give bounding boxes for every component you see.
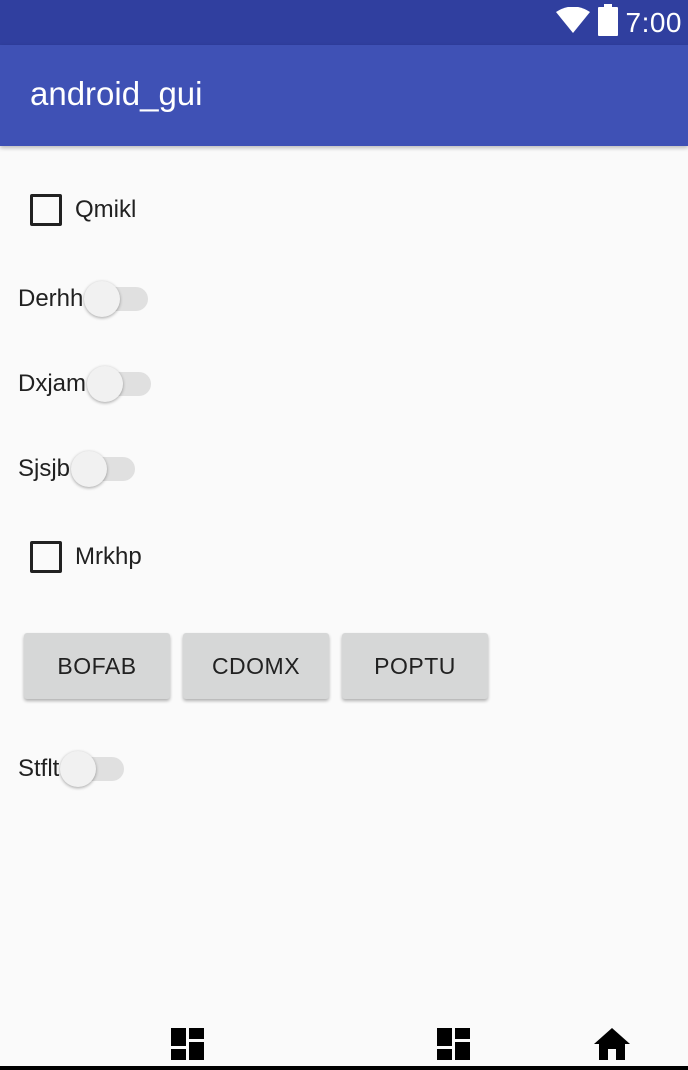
switch-toggle[interactable] (60, 751, 125, 787)
poptu-button[interactable]: POPTU (342, 633, 488, 699)
cdomx-button[interactable]: CDOMX (183, 633, 329, 699)
checkbox-box[interactable] (30, 194, 62, 226)
switch-derhh[interactable]: Derhh (18, 279, 149, 319)
app-bar: android_gui (0, 45, 688, 146)
home-icon[interactable] (594, 1028, 630, 1065)
switch-dxjam[interactable]: Dxjam (18, 364, 152, 404)
status-time: 7:00 (625, 6, 682, 38)
status-bar: 7:00 (0, 0, 688, 45)
checkbox-box[interactable] (30, 541, 62, 573)
switch-toggle[interactable] (71, 451, 136, 487)
battery-icon (597, 4, 618, 41)
checkbox-qmikl[interactable]: Qmikl (30, 193, 136, 227)
switch-label: Sjsjb (18, 455, 71, 482)
app-title: android_gui (30, 75, 203, 112)
dashboard-icon[interactable] (437, 1028, 470, 1065)
switch-stflt[interactable]: Stflt (18, 749, 125, 789)
switch-label: Stflt (18, 755, 60, 782)
nav-divider (0, 1066, 688, 1070)
navigation-bar (0, 1020, 688, 1070)
checkbox-label: Qmikl (75, 196, 137, 223)
switch-label: Derhh (18, 285, 84, 312)
switch-toggle[interactable] (87, 366, 152, 402)
bofab-button[interactable]: BOFAB (24, 633, 170, 699)
status-icons: 7:00 (555, 0, 683, 45)
wifi-icon (555, 6, 590, 38)
switch-label: Dxjam (18, 370, 87, 397)
switch-sjsjb[interactable]: Sjsjb (18, 449, 136, 489)
checkbox-label: Mrkhp (75, 543, 142, 570)
checkbox-mrkhp[interactable]: Mrkhp (30, 540, 142, 574)
button-row: BOFAB CDOMX POPTU (24, 633, 488, 699)
switch-toggle[interactable] (84, 281, 149, 317)
dashboard-icon[interactable] (171, 1028, 204, 1065)
